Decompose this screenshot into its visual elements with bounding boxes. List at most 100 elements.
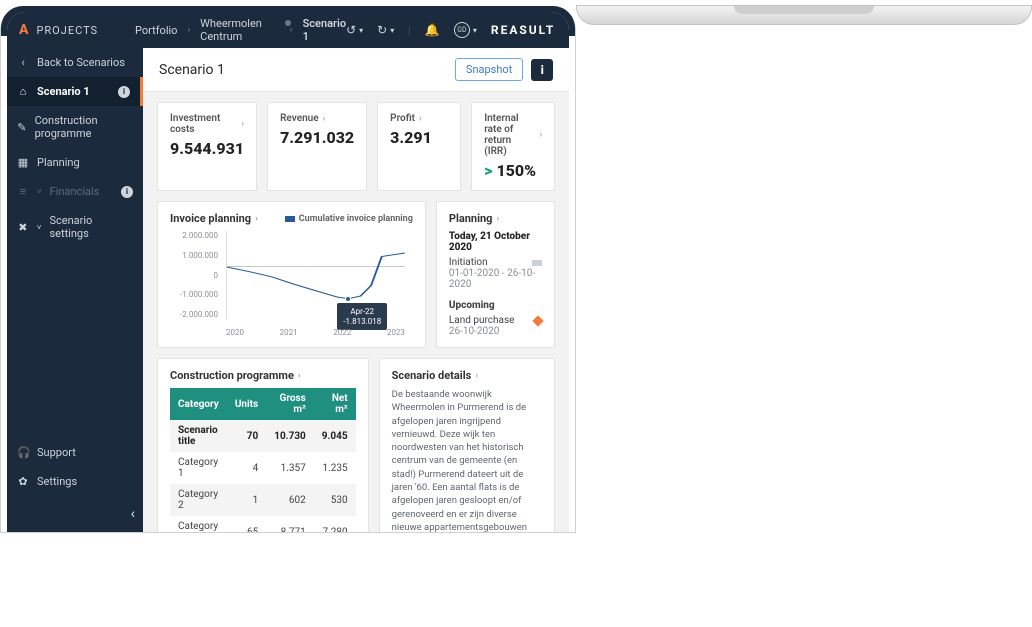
sidebar-item-label: Financials [50, 185, 100, 198]
gear-icon: ✿ [17, 475, 29, 488]
chevron-right-icon: › [290, 25, 293, 35]
card-title[interactable]: Scenario details [392, 369, 472, 382]
planning-card: Planning › Today, 21 October 2020 Initia… [436, 201, 555, 348]
projects-label[interactable]: PROJECTS [36, 24, 98, 37]
sidebar-item-support[interactable]: 🎧 Support [7, 438, 143, 467]
home-icon: ⌂ [17, 85, 29, 98]
sidebar-item-label: Planning [37, 156, 80, 169]
sidebar-item-planning[interactable]: ▦ Planning [7, 148, 143, 177]
caret-up-icon: > [484, 161, 492, 180]
planning-phase-label: Initiation [449, 257, 542, 268]
sidebar-item-label: Settings [37, 475, 77, 488]
chart-legend: Cumulative invoice planning [285, 214, 413, 224]
redo-icon[interactable]: ↻ [377, 23, 387, 37]
table-cell: 7.280 [314, 516, 356, 532]
chevron-right-icon: › [419, 114, 422, 124]
table-row[interactable]: Category 141.3571.235 [170, 452, 356, 484]
wrench-icon: ✖ [17, 221, 29, 234]
card-title[interactable]: Construction programme [170, 369, 294, 382]
page-header: Scenario 1 Snapshot i [143, 48, 569, 92]
invoice-planning-card: Invoice planning › Cumulative invoice pl… [157, 201, 426, 348]
kpi-label: Internal rate of return (IRR) [484, 113, 535, 157]
scenario-details-card: Scenario details › De bestaande woonwijk… [379, 358, 556, 532]
chart-area[interactable]: 2.000.000 1.000.000 0 -1.000.000 -2.000.… [170, 231, 413, 337]
construction-table: Category Units Gross m² Net m² Scenario … [170, 388, 356, 532]
brand-name: REASULT [491, 23, 555, 37]
kpi-revenue[interactable]: Revenue› 7.291.032 [267, 102, 367, 191]
page-title: Scenario 1 [159, 62, 225, 78]
sidebar-item-settings[interactable]: ✿ Settings [7, 467, 143, 496]
undo-icon[interactable]: ↺ [346, 23, 356, 37]
table-header: Net m² [314, 388, 356, 420]
tools-icon: ✎ [17, 121, 27, 134]
scenario-details-text: De bestaande woonwijk Wheermolen in Purm… [392, 388, 543, 532]
page-info-button[interactable]: i [531, 59, 553, 81]
collapse-sidebar-button[interactable]: ‹‹ [7, 496, 143, 532]
table-cell: 70 [227, 420, 266, 452]
chevron-left-icon: ‹ [17, 56, 29, 69]
table-cell: Category 3 [170, 516, 227, 532]
table-cell: Category 2 [170, 484, 227, 516]
table-cell: 4 [227, 452, 266, 484]
kpi-investment-costs[interactable]: Investment costs› 9.544.931 [157, 102, 257, 191]
card-title[interactable]: Invoice planning [170, 212, 251, 225]
planning-milestone-label: Land purchase [449, 315, 542, 326]
planning-today: Today, 21 October 2020 [449, 231, 542, 253]
table-row[interactable]: Category 3658.7717.280 [170, 516, 356, 532]
kpi-irr[interactable]: Internal rate of return (IRR) › >150% [471, 102, 555, 191]
snapshot-button[interactable]: Snapshot [455, 58, 523, 81]
table-row[interactable]: Scenario title7010.7309.045 [170, 420, 356, 452]
kpi-value: 150% [496, 161, 536, 180]
phase-badge-icon [532, 260, 542, 266]
headset-icon: 🎧 [17, 446, 29, 459]
kpi-label: Investment costs [170, 113, 237, 135]
back-label: Back to Scenarios [37, 56, 125, 69]
sidebar-item-financials[interactable]: ≡ ˅ Financials i [7, 177, 143, 206]
chevron-down-icon: ˅ [37, 187, 42, 196]
kpi-profit[interactable]: Profit › 3.291 [377, 102, 461, 191]
legend-swatch [285, 216, 295, 222]
info-icon[interactable]: i [121, 186, 133, 198]
chevron-right-icon: › [323, 114, 326, 124]
breadcrumb-scenario[interactable]: Scenario 1 [303, 17, 346, 43]
sidebar: ‹ Back to Scenarios ⌂ Scenario 1 i ✎ Con… [7, 48, 143, 532]
sidebar-item-construction[interactable]: ✎ Construction programme [7, 106, 143, 148]
sidebar-item-label: Construction programme [35, 114, 133, 140]
sidebar-item-scenario-settings[interactable]: ✖ ˅ Scenario settings [7, 206, 143, 248]
sidebar-item-label: Scenario settings [49, 214, 133, 240]
chevron-right-icon: › [540, 130, 543, 140]
legend-label: Cumulative invoice planning [299, 214, 413, 224]
kpi-label: Profit [390, 113, 415, 124]
chevron-right-icon: › [496, 214, 499, 224]
y-axis-ticks: 2.000.000 1.000.000 0 -1.000.000 -2.000.… [170, 231, 222, 319]
chart-tooltip: Apr-22 -1.813.018 [337, 303, 387, 330]
table-cell: 9.045 [314, 420, 356, 452]
kpi-label: Revenue [280, 113, 319, 124]
table-cell: 1.235 [314, 452, 356, 484]
user-avatar[interactable]: GD [454, 22, 470, 38]
brand-logo-icon: A [19, 22, 28, 38]
chevron-right-icon: › [475, 371, 478, 381]
undo-dropdown-icon[interactable]: ▾ [359, 26, 363, 35]
bell-icon[interactable]: 🔔 [425, 23, 440, 37]
redo-dropdown-icon[interactable]: ▾ [390, 26, 394, 35]
table-row[interactable]: Category 21602530 [170, 484, 356, 516]
card-title[interactable]: Planning [449, 212, 493, 225]
topbar: A PROJECTS Portfolio › Wheermolen Centru… [7, 12, 569, 48]
table-cell: Category 1 [170, 452, 227, 484]
user-dropdown-icon[interactable]: ▾ [473, 26, 477, 35]
table-cell: 1.357 [266, 452, 314, 484]
info-icon[interactable]: i [118, 86, 130, 98]
breadcrumb-portfolio[interactable]: Portfolio [135, 24, 177, 37]
sidebar-item-label: Support [37, 446, 76, 459]
kpi-value: 3.291 [390, 128, 448, 147]
sidebar-item-scenario-dashboard[interactable]: ⌂ Scenario 1 i [7, 77, 143, 106]
back-to-scenarios[interactable]: ‹ Back to Scenarios [7, 48, 143, 77]
planning-milestone-date: 26-10-2020 [449, 326, 542, 337]
breadcrumb-project[interactable]: Wheermolen Centrum [200, 17, 280, 43]
breadcrumb: Portfolio › Wheermolen Centrum › Scenari… [135, 17, 346, 43]
chevron-right-icon: › [255, 214, 258, 224]
chevron-right-icon: › [298, 371, 301, 381]
chevron-right-icon: › [187, 25, 190, 35]
chevron-right-icon: › [241, 119, 244, 129]
